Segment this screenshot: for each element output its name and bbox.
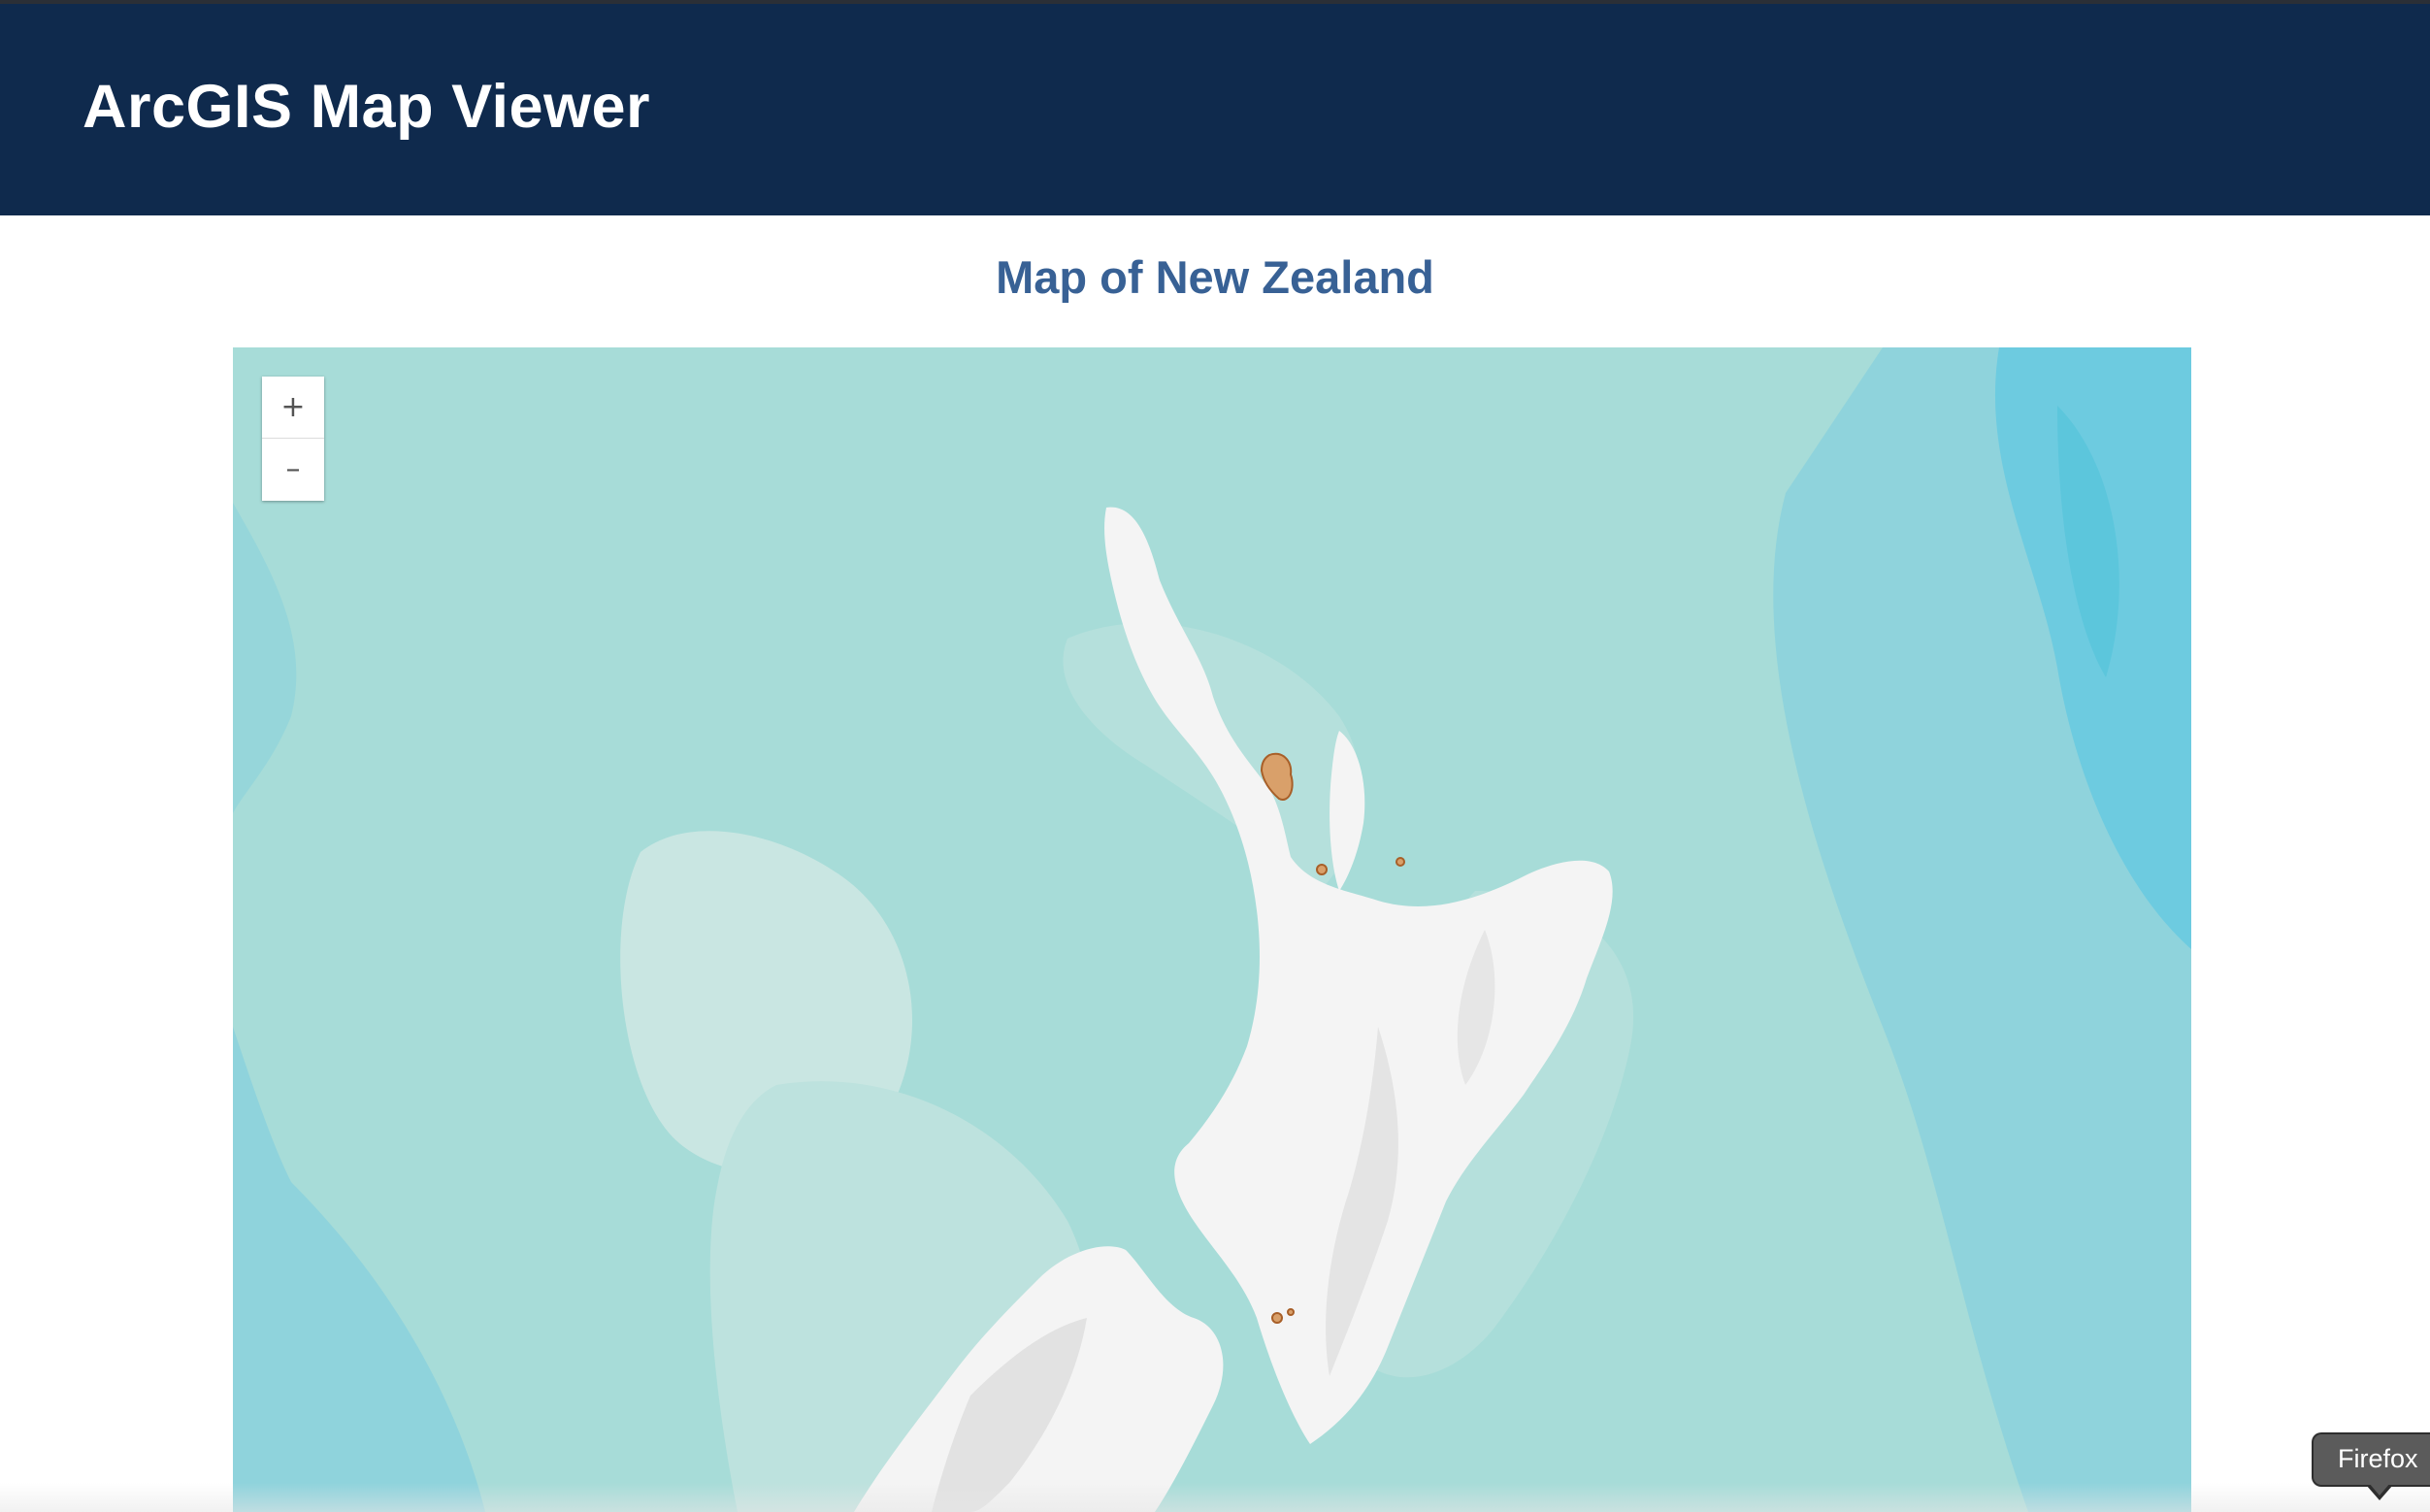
map-view[interactable]: + – [233,347,2191,1512]
zoom-controls: + – [262,377,324,501]
plus-icon: + [280,390,306,424]
zoom-out-button[interactable]: – [262,439,324,500]
tooltip-tail-inner [2369,1483,2390,1496]
browser-tooltip: Firefox [2312,1432,2430,1487]
zoom-in-button[interactable]: + [262,377,324,439]
basemap[interactable] [233,347,2191,1512]
app-title: ArcGIS Map Viewer [82,73,651,141]
app-header: ArcGIS Map Viewer [0,4,2430,215]
map-title: Map of New Zealand [996,251,1434,303]
minus-icon: – [285,452,301,486]
